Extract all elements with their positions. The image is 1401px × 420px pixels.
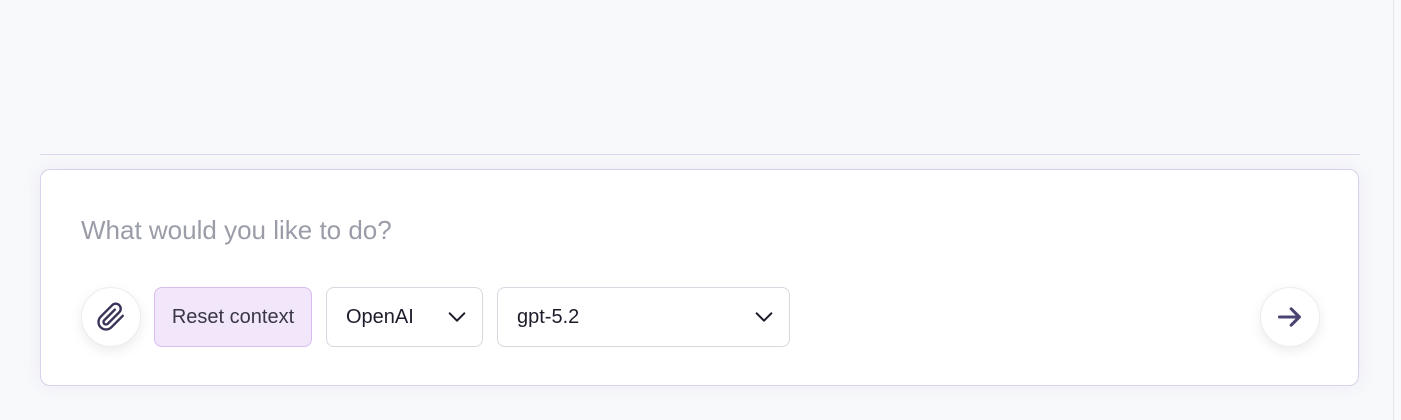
reset-context-label: Reset context xyxy=(171,305,295,328)
model-selected-value: gpt-5.2 xyxy=(517,305,580,328)
reset-context-button[interactable]: Reset context xyxy=(154,287,312,347)
provider-selected-value: OpenAI xyxy=(346,305,414,328)
composer-top-divider xyxy=(40,154,1360,155)
provider-select[interactable]: OpenAI xyxy=(326,287,483,347)
model-select[interactable]: gpt-5.2 xyxy=(497,287,790,347)
arrow-right-icon xyxy=(1276,303,1304,331)
paperclip-icon xyxy=(96,302,126,332)
scrollbar-divider xyxy=(1393,0,1394,420)
chevron-down-icon xyxy=(446,306,468,328)
send-button[interactable] xyxy=(1260,287,1320,347)
chat-composer: Reset context OpenAI gpt-5.2 xyxy=(40,169,1359,386)
chevron-down-icon xyxy=(753,306,775,328)
attach-file-button[interactable] xyxy=(81,287,141,347)
prompt-input[interactable] xyxy=(81,210,1241,250)
